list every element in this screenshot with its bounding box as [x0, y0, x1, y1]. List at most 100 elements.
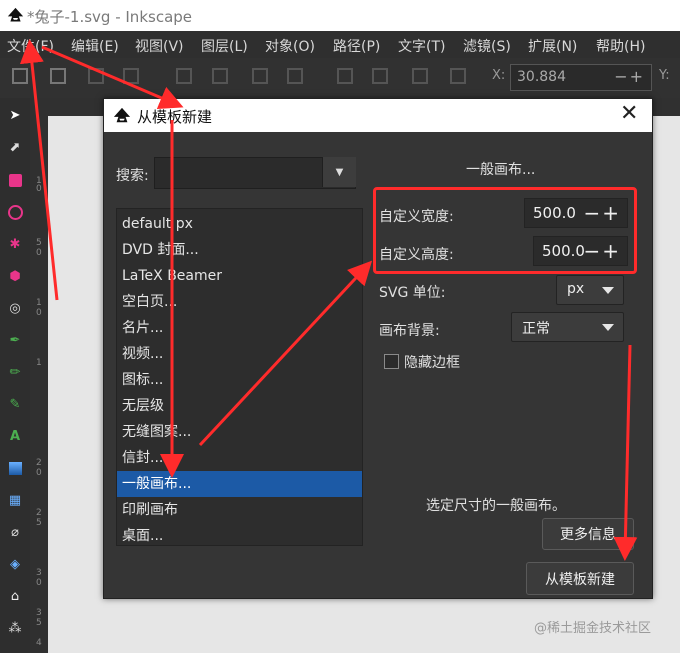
- more-info-button[interactable]: 更多信息: [542, 518, 634, 550]
- menu-help[interactable]: 帮助(H): [596, 36, 645, 56]
- select-all-icon[interactable]: [12, 68, 28, 84]
- menu-view[interactable]: 视图(V): [135, 36, 184, 56]
- ruler-tick: 3: [36, 568, 42, 578]
- close-icon[interactable]: ✕: [620, 101, 638, 126]
- selector-tool-icon[interactable]: ➤: [6, 106, 24, 124]
- ruler-tick: 4: [36, 638, 42, 648]
- list-item[interactable]: 无层级: [117, 393, 362, 419]
- flip-vertical-icon[interactable]: [287, 68, 303, 84]
- ruler-tick: 2: [36, 508, 42, 518]
- menu-path[interactable]: 路径(P): [333, 36, 380, 56]
- node-tool-icon[interactable]: ⬈: [6, 138, 24, 156]
- list-item[interactable]: default px: [117, 211, 362, 237]
- list-item[interactable]: 印刷画布: [117, 497, 362, 523]
- new-from-template-dialog: 从模板新建 ✕ 搜索: ▼ default px DVD 封面... LaTeX…: [103, 98, 653, 599]
- search-dropdown: ▼: [154, 157, 356, 189]
- window-titlebar: *兔子-1.svg - Inkscape: [0, 0, 680, 31]
- ruler-tick: 0: [36, 578, 42, 588]
- dialog-titlebar: 从模板新建 ✕: [104, 99, 652, 132]
- ruler-tick: 1: [36, 358, 42, 368]
- window-title: *兔子-1.svg - Inkscape: [27, 8, 193, 26]
- gradient-tool-icon[interactable]: [6, 459, 24, 477]
- menu-text[interactable]: 文字(T): [398, 36, 445, 56]
- flip-horizontal-icon[interactable]: [252, 68, 268, 84]
- chevron-down-icon: [602, 287, 614, 294]
- create-from-template-button[interactable]: 从模板新建: [526, 562, 634, 595]
- inkscape-logo-icon: [7, 7, 24, 22]
- menubar: 文件(F) 编辑(E) 视图(V) 图层(L) 对象(O) 路径(P) 文字(T…: [0, 31, 680, 58]
- list-item[interactable]: 桌面...: [117, 523, 362, 549]
- circle-tool-icon[interactable]: [6, 203, 24, 221]
- menu-filters[interactable]: 滤镜(S): [463, 36, 511, 56]
- menu-object[interactable]: 对象(O): [265, 36, 315, 56]
- chevron-down-icon[interactable]: ▼: [322, 157, 356, 187]
- menu-file[interactable]: 文件(F): [7, 36, 54, 56]
- canvas-background-select[interactable]: 正常: [511, 312, 624, 342]
- svg-unit-select[interactable]: px: [556, 275, 624, 305]
- list-item[interactable]: 视频...: [117, 341, 362, 367]
- ruler-tick: 0: [36, 468, 42, 478]
- x-coordinate-field[interactable]: 30.884 −+: [510, 64, 652, 91]
- hide-border-label: 隐藏边框: [404, 355, 460, 371]
- svg-unit-label: SVG 单位:: [379, 285, 446, 301]
- spiral-tool-icon[interactable]: ◎: [6, 299, 24, 317]
- highlight-box: [373, 187, 637, 274]
- paint-bucket-tool-icon[interactable]: ◈: [6, 555, 24, 573]
- pencil-tool-icon[interactable]: ✏: [6, 363, 24, 381]
- chevron-down-icon: [602, 324, 614, 331]
- canvas-background-label: 画布背景:: [379, 323, 440, 339]
- template-list: default px DVD 封面... LaTeX Beamer 空白页...…: [116, 208, 363, 546]
- watermark: @稀土掘金技术社区: [534, 621, 652, 636]
- text-tool-icon[interactable]: A: [6, 427, 24, 445]
- select-all-layers-icon[interactable]: [50, 68, 66, 84]
- ruler-tick: 0: [36, 184, 42, 194]
- command-bar: X: 30.884 −+ Y:: [0, 58, 680, 99]
- ruler-tick: 5: [36, 238, 42, 248]
- menu-edit[interactable]: 编辑(E): [71, 36, 119, 56]
- list-item[interactable]: 空白页...: [117, 289, 362, 315]
- list-item[interactable]: 名片...: [117, 315, 362, 341]
- eraser-tool-icon[interactable]: ⌂: [6, 587, 24, 605]
- x-stepper-icon[interactable]: −+: [614, 67, 645, 86]
- list-item[interactable]: LaTeX Beamer: [117, 263, 362, 289]
- to-top-icon[interactable]: [450, 68, 466, 84]
- list-item[interactable]: 无缝图案...: [117, 419, 362, 445]
- mesh-tool-icon[interactable]: ▦: [6, 491, 24, 509]
- lower-icon[interactable]: [372, 68, 388, 84]
- canvas-background-value: 正常: [522, 321, 550, 337]
- deselect-icon[interactable]: [88, 68, 104, 84]
- spray-tool-icon[interactable]: ⁂: [6, 619, 24, 637]
- ruler-tick: 2: [36, 458, 42, 468]
- list-item-selected[interactable]: 一般画布...: [117, 471, 362, 497]
- list-item[interactable]: 图标...: [117, 367, 362, 393]
- menu-extensions[interactable]: 扩展(N): [528, 36, 577, 56]
- vertical-ruler: 1 0 5 0 1 0 1 2 0 2 5 3 0 3 5 4: [30, 98, 48, 653]
- x-coordinate-value: 30.884: [517, 69, 566, 85]
- rotate-cw-icon[interactable]: [176, 68, 192, 84]
- ruler-tick: 0: [36, 308, 42, 318]
- hide-border-checkbox[interactable]: [384, 354, 399, 369]
- list-item[interactable]: 信封...: [117, 445, 362, 471]
- ruler-tick: 1: [36, 298, 42, 308]
- pen-tool-icon[interactable]: ✒: [6, 331, 24, 349]
- calligraphy-tool-icon[interactable]: ✎: [6, 395, 24, 413]
- search-label: 搜索:: [116, 168, 149, 184]
- rotate-ccw-icon[interactable]: [123, 68, 139, 84]
- template-description: 选定尺寸的一般画布。: [426, 498, 566, 514]
- inkscape-logo-icon: [113, 107, 131, 123]
- list-item[interactable]: DVD 封面...: [117, 237, 362, 263]
- raise-icon[interactable]: [212, 68, 228, 84]
- menu-layer[interactable]: 图层(L): [201, 36, 248, 56]
- ruler-tick: 5: [36, 618, 42, 628]
- ruler-tick: 0: [36, 248, 42, 258]
- 3d-box-tool-icon[interactable]: ⬢: [6, 267, 24, 285]
- rectangle-tool-icon[interactable]: [6, 171, 24, 189]
- ruler-tick: 5: [36, 518, 42, 528]
- y-coordinate-label: Y:: [659, 68, 670, 83]
- to-bottom-icon[interactable]: [337, 68, 353, 84]
- dropper-tool-icon[interactable]: ⌀: [6, 523, 24, 541]
- star-tool-icon[interactable]: ✱: [6, 235, 24, 253]
- ruler-tick: 3: [36, 608, 42, 618]
- raise-step-icon[interactable]: [412, 68, 428, 84]
- x-coordinate-label: X:: [492, 68, 506, 83]
